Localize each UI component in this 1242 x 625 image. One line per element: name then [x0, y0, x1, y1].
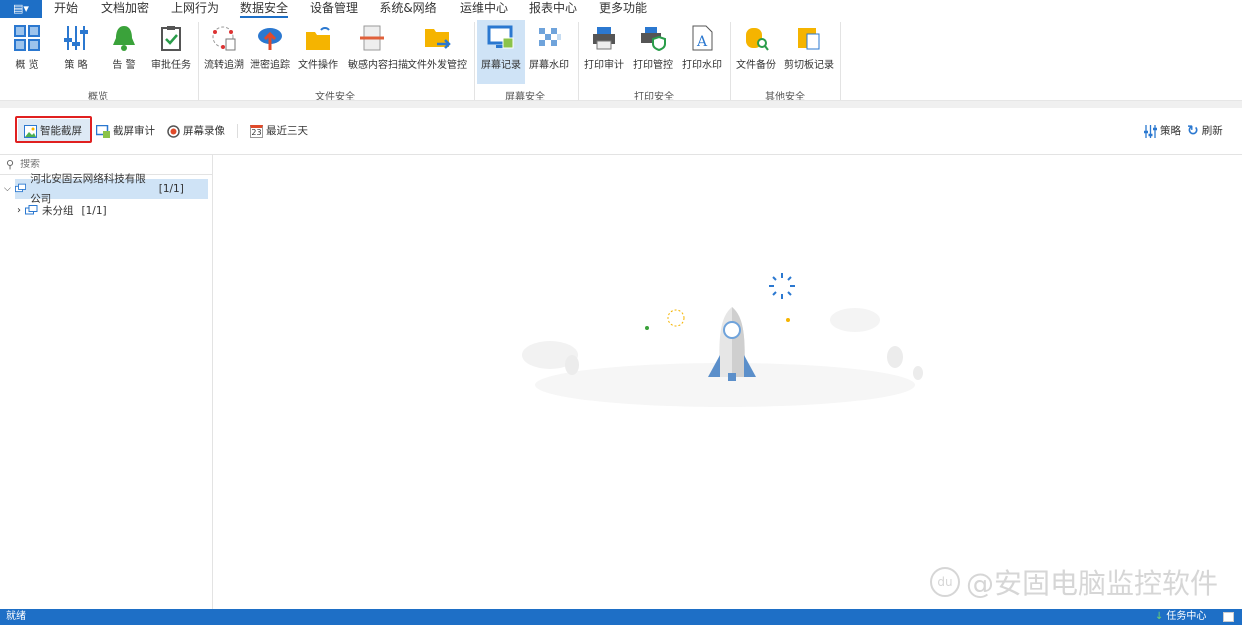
tab-web-behavior[interactable]: 上网行为	[171, 0, 219, 18]
refresh-button[interactable]: ↻ 刷新	[1187, 120, 1223, 142]
status-text: 就绪	[6, 611, 26, 622]
print-control-button[interactable]: 打印管控	[629, 20, 677, 84]
flow-trace-icon	[212, 26, 236, 51]
tab-system-network[interactable]: 系统&网络	[379, 0, 436, 18]
sliders-icon	[64, 26, 88, 50]
screen-record-button[interactable]: 屏幕记录	[477, 20, 525, 84]
tab-doc-encryption[interactable]: 文档加密	[101, 0, 149, 18]
alert-button[interactable]: 告 警	[100, 20, 148, 84]
approval-tasks-button[interactable]: 审批任务	[147, 20, 195, 84]
file-operation-button[interactable]: 文件操作	[294, 20, 342, 84]
ribbon-divider	[0, 100, 1242, 108]
date-range-button[interactable]: 23 最近三天	[250, 120, 308, 142]
calendar-icon: 23	[250, 124, 263, 138]
chevron-right-icon[interactable]: ›	[17, 201, 21, 221]
screen-recording-button[interactable]: 屏幕录像	[167, 120, 225, 142]
content-divider	[213, 154, 1242, 155]
screen-watermark-button[interactable]: 屏幕水印	[525, 20, 573, 84]
print-watermark-button[interactable]: A 打印水印	[678, 20, 726, 84]
status-bar: 就绪 ↓ 任务中心	[0, 609, 1242, 625]
file-backup-button[interactable]: 文件备份	[732, 20, 780, 84]
clipboard-record-button[interactable]: 剪切板记录	[782, 20, 836, 84]
printer-icon	[593, 27, 615, 50]
highlight-box	[15, 116, 92, 143]
app-menu-button[interactable]: ▤▾	[0, 0, 42, 18]
screenshot-audit-button[interactable]: 截屏审计	[96, 120, 155, 142]
empty-state-rocket-illustration	[522, 273, 923, 407]
bell-icon	[113, 26, 135, 51]
sliders-icon	[1144, 124, 1157, 138]
group-icon	[25, 205, 38, 215]
monitor-icon	[487, 25, 514, 49]
leak-trace-button[interactable]: 泄密追踪	[246, 20, 294, 84]
folder-send-icon	[425, 29, 451, 49]
group-separator	[578, 22, 579, 100]
group-separator	[474, 22, 475, 100]
tab-more-features[interactable]: 更多功能	[599, 0, 647, 18]
overview-button[interactable]: 概 览	[3, 20, 51, 84]
tab-ops-center[interactable]: 运维中心	[460, 0, 508, 18]
group-separator	[198, 22, 199, 100]
print-audit-button[interactable]: 打印审计	[580, 20, 628, 84]
policy-button[interactable]: 策 略	[52, 20, 100, 84]
flow-trace-button[interactable]: 流转追溯	[200, 20, 248, 84]
tab-start[interactable]: 开始	[54, 0, 78, 18]
grid-icon	[14, 25, 40, 51]
printer-shield-icon	[641, 27, 666, 52]
toolbar-separator	[237, 124, 238, 138]
outgoing-file-control-button[interactable]: 文件外发管控	[407, 20, 467, 84]
refresh-icon: ↻	[1187, 123, 1199, 139]
record-icon	[167, 124, 180, 138]
download-arrow-icon: ↓	[1155, 611, 1164, 622]
group-separator	[840, 22, 841, 100]
tab-data-security[interactable]: 数据安全	[239, 0, 289, 18]
baidu-logo-icon: du	[929, 567, 960, 597]
document-scan-icon	[360, 25, 384, 51]
task-center-button[interactable]: ↓ 任务中心	[1155, 609, 1206, 625]
tab-report-center[interactable]: 报表中心	[529, 0, 577, 18]
monitor-image-icon	[96, 124, 110, 138]
panel-toggle-icon[interactable]	[1223, 612, 1234, 622]
watermark: du @安固电脑监控软件	[929, 562, 1218, 602]
chevron-down-icon[interactable]: ⌵	[4, 179, 11, 199]
network-group-icon	[14, 183, 26, 193]
database-search-icon	[746, 28, 769, 51]
cloud-upload-icon	[258, 28, 282, 50]
tab-device-management[interactable]: 设备管理	[310, 0, 358, 18]
document-a-icon: A	[692, 25, 713, 51]
search-icon: ⚲	[6, 158, 15, 171]
svg-text:A: A	[696, 34, 708, 50]
folder-icon	[306, 27, 330, 50]
org-tree-panel: ⚲ ⌵ 河北安固云网络科技有限公司[1/1] › 未分组[1/1]	[0, 154, 213, 609]
sensitive-scan-button[interactable]: 敏感内容扫描	[348, 20, 408, 84]
watermark-icon	[539, 28, 561, 46]
group-separator	[730, 22, 731, 100]
clipboard-check-icon	[161, 26, 181, 51]
tree-node-company[interactable]: ⌵ 河北安固云网络科技有限公司 [1/1]	[0, 173, 212, 205]
policy-toolbar-button[interactable]: 策略	[1144, 120, 1181, 142]
clipboard-icon	[798, 28, 820, 50]
